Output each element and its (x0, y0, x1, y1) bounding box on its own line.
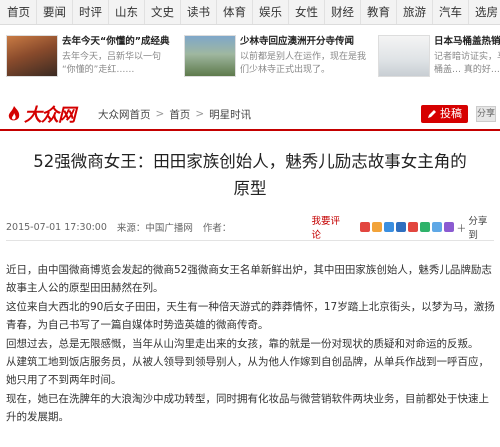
promo-title[interactable]: 少林寺回应澳洲开分寺传闻 (240, 35, 368, 49)
publish-date: 2015-07-01 17:30:00 (6, 221, 107, 233)
promo-item[interactable]: 日本马桶盖热销 记者暗访证实，马桶盖… 真的好… (378, 35, 500, 81)
plus-icon[interactable]: ＋ (456, 220, 466, 235)
share-weibo-icon[interactable] (360, 222, 371, 232)
comment-link[interactable]: 我要评论 (311, 213, 348, 241)
logo-text: 大众网 (24, 105, 76, 126)
article-source: 来源：中国广播网 (116, 223, 193, 234)
promo-text: 日本马桶盖热销 记者暗访证实，马桶盖… 真的好… (430, 35, 500, 77)
site-logo[interactable]: 大众网 (6, 101, 84, 127)
nav-item-women[interactable]: 女性 (289, 0, 325, 24)
top-nav-items: 首页 要闻 时评 山东 文史 读书 体育 娱乐 女性 财经 教育 旅游 汽车 选… (0, 0, 500, 24)
breadcrumb-separator-icon: > (195, 108, 205, 120)
share-to-label: 分享到 (468, 216, 488, 241)
promo-strip: 去年今天“你懂的”成经典 去年今天，吕新华以一句 “你懂的”走红…… 少林寺回应… (0, 35, 500, 81)
share-qzone-icon[interactable] (372, 222, 383, 232)
article-author: 作者： (202, 223, 232, 234)
promo-item[interactable]: 去年今天“你懂的”成经典 去年今天，吕新华以一句 “你懂的”走红…… (6, 35, 174, 81)
nav-item-history[interactable]: 文史 (145, 0, 181, 24)
article-paragraph: 回想过去，总是无限感慨，当年从山沟里走出来的女孩，靠的就是一份对现状的质疑和对命… (6, 337, 479, 350)
share-renren-icon[interactable] (396, 222, 407, 232)
submit-article-button[interactable]: 投稿 (421, 105, 468, 123)
nav-item-housing[interactable]: 选房 (469, 0, 500, 24)
top-nav: 首页 要闻 时评 山东 文史 读书 体育 娱乐 女性 财经 教育 旅游 汽车 选… (0, 0, 500, 25)
share-button[interactable]: 分享 (476, 106, 496, 122)
site-header: 大众网 大众网首页 > 首页 > 明星时讯 投稿 分享 (0, 99, 500, 131)
article-body: 近日，由中国微商博览会发起的微商52强微商女王名单新鲜出炉，其中田田家族创始人，… (6, 261, 496, 427)
promo-thumbnail[interactable] (184, 35, 236, 77)
promo-title[interactable]: 去年今天“你懂的”成经典 (62, 35, 174, 49)
breadcrumb-item[interactable]: 大众网首页 (98, 107, 151, 122)
nav-item-books[interactable]: 读书 (181, 0, 217, 24)
promo-thumbnail[interactable] (378, 35, 430, 77)
breadcrumb: 大众网首页 > 首页 > 明星时讯 (98, 107, 251, 122)
breadcrumb-item[interactable]: 明星时讯 (209, 107, 251, 122)
article-meta: 2015-07-01 17:30:00 来源：中国广播网 作者： 我要评论 ＋ … (6, 216, 496, 241)
nav-item-finance[interactable]: 财经 (325, 0, 361, 24)
promo-item[interactable]: 少林寺回应澳洲开分寺传闻 以前都是别人在运作，现在是我们少林寺正式出现了。 (184, 35, 368, 81)
nav-item-sports[interactable]: 体育 (217, 0, 253, 24)
nav-item-news[interactable]: 要闻 (37, 0, 73, 24)
flame-logo-icon (8, 106, 20, 121)
share-more-icon[interactable] (444, 222, 455, 232)
promo-desc: 记者暗访证实，马桶盖… 真的好… (434, 52, 500, 75)
article-paragraph: 从建筑工地到饭店服务员，从被人领导到领导别人，从为他人作嫁到自创品牌，从单兵作战… (6, 356, 489, 387)
pencil-icon (428, 110, 436, 118)
share-wechat-icon[interactable] (432, 222, 443, 232)
share-douban-icon[interactable] (420, 222, 431, 232)
promo-text: 去年今天“你懂的”成经典 去年今天，吕新华以一句 “你懂的”走红…… (58, 35, 174, 77)
divider (6, 240, 494, 241)
nav-item-shandong[interactable]: 山东 (109, 0, 145, 24)
nav-item-auto[interactable]: 汽车 (433, 0, 469, 24)
nav-item-travel[interactable]: 旅游 (397, 0, 433, 24)
breadcrumb-separator-icon: > (155, 108, 165, 120)
promo-title[interactable]: 日本马桶盖热销 (434, 35, 500, 49)
share-tqq-icon[interactable] (384, 222, 395, 232)
article-paragraph: 现在，她已在洗脾年的大浪淘沙中成功转型，同时拥有化妆品与微营销软件两块业务，目前… (6, 392, 489, 424)
nav-item-education[interactable]: 教育 (361, 0, 397, 24)
share-label: 分享 (477, 109, 496, 119)
nav-item-commentary[interactable]: 时评 (73, 0, 109, 24)
promo-text: 少林寺回应澳洲开分寺传闻 以前都是别人在运作，现在是我们少林寺正式出现了。 (236, 35, 368, 77)
share-kaixin-icon[interactable] (408, 222, 419, 232)
submit-label: 投稿 (440, 107, 462, 120)
promo-thumbnail[interactable] (6, 35, 58, 77)
article-paragraph: 近日，由中国微商博览会发起的微商52强微商女王名单新鲜出炉，其中田田家族创始人，… (6, 264, 492, 295)
nav-item-entertainment[interactable]: 娱乐 (253, 0, 289, 24)
share-icons (360, 222, 455, 232)
article-title: 52强微商女王：田田家族创始人，魅秀儿励志故事女主角的原型 (33, 152, 467, 198)
promo-desc: 以前都是别人在运作，现在是我们少林寺正式出现了。 (240, 52, 367, 75)
breadcrumb-item[interactable]: 首页 (169, 107, 190, 122)
promo-desc: 去年今天，吕新华以一句 “你懂的”走红…… (62, 52, 162, 75)
article-paragraph: 这位来自大西北的90后女子田田，天生有一种倍天游式的莽莽情怀，17岁踏上北京街头… (6, 300, 495, 332)
nav-item-home[interactable]: 首页 (0, 0, 37, 24)
